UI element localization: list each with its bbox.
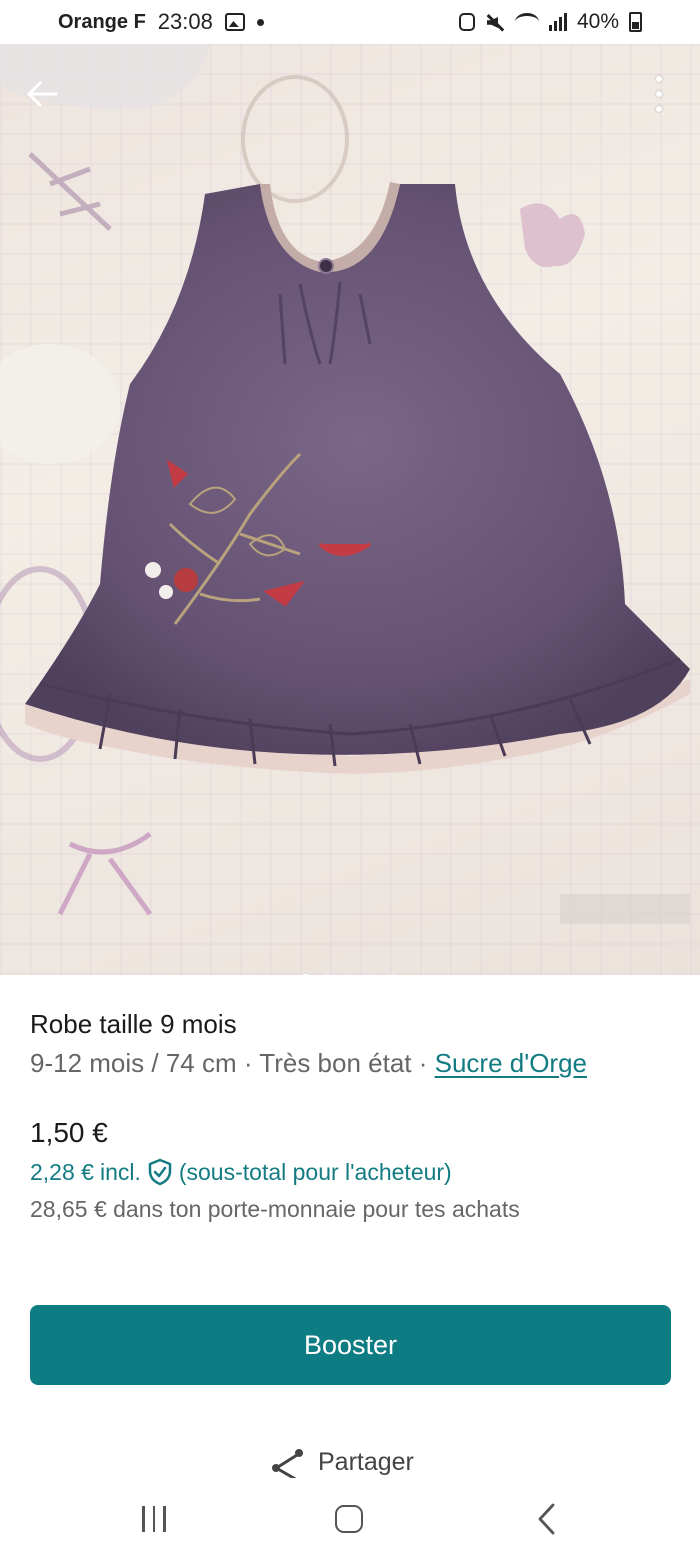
buyer-protection-price[interactable]: 2,28 € incl. (sous-total pour l'acheteur… xyxy=(30,1158,452,1186)
incl-label: incl. xyxy=(99,1158,141,1185)
share-icon xyxy=(272,1449,303,1478)
brand-link[interactable]: Sucre d'Orge xyxy=(435,1048,587,1078)
signal-icon xyxy=(548,13,567,31)
pager-dot[interactable] xyxy=(386,974,400,975)
buyer-subtotal-note: (sous-total pour l'acheteur) xyxy=(178,1158,452,1185)
alarm-icon xyxy=(458,13,475,31)
gallery-notification-icon xyxy=(224,13,245,31)
pager-dot[interactable] xyxy=(364,974,378,975)
item-title: Robe taille 9 mois xyxy=(30,1009,237,1039)
status-left: Orange F 23:08 xyxy=(58,9,264,35)
more-options-button[interactable] xyxy=(648,72,670,116)
share-label: Partager xyxy=(318,1448,414,1476)
battery-percent: 40% xyxy=(576,10,619,33)
photo-pager xyxy=(298,974,400,975)
pager-dot[interactable] xyxy=(320,974,334,975)
recent-apps-icon xyxy=(142,1506,145,1532)
mute-icon xyxy=(485,13,505,31)
item-size: 9-12 mois / 74 cm xyxy=(30,1048,237,1078)
system-nav-bar xyxy=(0,1478,700,1560)
share-button[interactable]: Partager xyxy=(270,1448,414,1478)
status-bar: Orange F 23:08 40% xyxy=(0,0,700,44)
back-button[interactable] xyxy=(22,74,62,114)
shield-check-icon xyxy=(148,1158,172,1186)
more-vertical-icon xyxy=(656,76,662,82)
system-back-button[interactable] xyxy=(532,1500,562,1538)
carrier-name: Orange F xyxy=(58,10,146,33)
home-icon xyxy=(335,1505,363,1533)
home-button[interactable] xyxy=(333,1500,365,1538)
item-photo-carousel[interactable] xyxy=(0,44,700,975)
arrow-left-icon xyxy=(27,81,58,107)
meta-separator: · xyxy=(236,1048,260,1078)
item-meta: 9-12 mois / 74 cm · Très bon état · Sucr… xyxy=(30,1048,587,1079)
pager-dot[interactable] xyxy=(342,974,356,975)
wifi-icon xyxy=(514,13,539,31)
status-right: 40% xyxy=(458,10,642,34)
item-condition: Très bon état xyxy=(259,1048,412,1078)
more-notifications-dot-icon xyxy=(256,18,264,26)
clock: 23:08 xyxy=(157,9,213,34)
meta-separator: · xyxy=(411,1048,435,1078)
item-price: 1,50 € xyxy=(30,1117,108,1148)
chevron-left-icon xyxy=(538,1503,555,1535)
recent-apps-button[interactable] xyxy=(138,1500,170,1538)
wallet-balance: 28,65 € dans ton porte-monnaie pour tes … xyxy=(30,1196,520,1222)
battery-icon xyxy=(629,12,642,32)
booster-button[interactable]: Booster xyxy=(30,1305,671,1385)
pager-dot[interactable] xyxy=(298,974,312,975)
buyer-price-value: 2,28 € xyxy=(30,1158,94,1185)
dress-photo xyxy=(0,44,690,924)
